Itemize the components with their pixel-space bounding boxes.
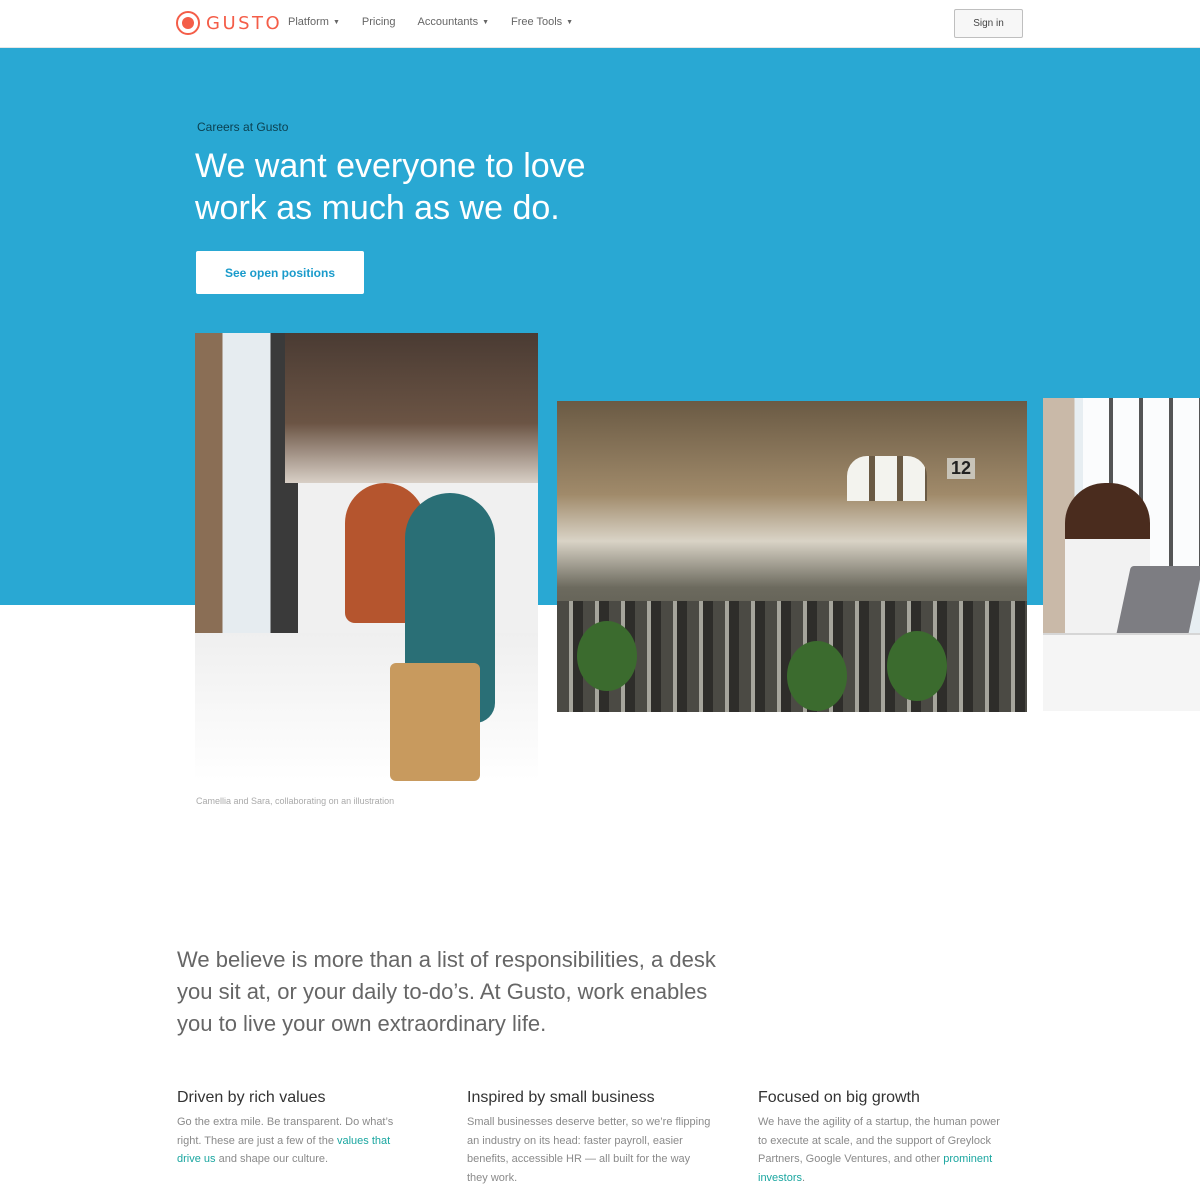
column-title: Driven by rich values xyxy=(177,1089,326,1106)
photo-plant xyxy=(787,641,847,711)
photo-sign: 12 xyxy=(947,458,976,479)
nav-item-label: Platform xyxy=(288,16,329,28)
photo-collaborating xyxy=(195,333,538,781)
hero-eyebrow: Careers at Gusto xyxy=(197,120,289,134)
column-text-part: . xyxy=(802,1171,806,1184)
logo-text: GUSTO xyxy=(206,12,283,34)
growth-column: Focused on big growth We have the agilit… xyxy=(758,1089,1000,1187)
photo-stool xyxy=(390,663,480,781)
nav-item-pricing[interactable]: Pricing xyxy=(362,16,396,28)
nav-item-label: Pricing xyxy=(361,16,396,28)
small-business-column: Inspired by small business Small busines… xyxy=(467,1089,712,1187)
photo-office-atrium: 12 xyxy=(557,401,1027,712)
hero-headline: We want everyone to love work as much as… xyxy=(195,147,586,227)
photo-table xyxy=(1043,633,1200,711)
top-nav: GUSTO Platform ▼ Pricing Accountants ▼ F… xyxy=(0,0,1200,48)
photo-ceiling xyxy=(285,333,538,483)
column-title: Inspired by small business xyxy=(467,1089,655,1106)
column-text-part: Small businesses deserve better, so we’r… xyxy=(467,1116,711,1184)
chevron-down-icon: ▼ xyxy=(566,18,574,26)
column-text-part: and shape our culture. xyxy=(215,1153,329,1165)
chevron-down-icon: ▼ xyxy=(332,18,340,26)
column-title: Focused on big growth xyxy=(758,1089,920,1106)
see-open-positions-button[interactable]: See open positions xyxy=(196,251,364,294)
gusto-logo[interactable]: GUSTO xyxy=(176,10,282,36)
photo-plant xyxy=(887,631,947,701)
photo-caption: Camellia and Sara, collaborating on an i… xyxy=(196,796,395,806)
lead-paragraph: We believe is more than a list of respon… xyxy=(177,947,716,1036)
primary-nav: Platform ▼ Pricing Accountants ▼ Free To… xyxy=(288,16,573,28)
gusto-logo-icon xyxy=(176,11,200,35)
values-column: Driven by rich values Go the extra mile.… xyxy=(177,1089,412,1169)
nav-item-platform[interactable]: Platform ▼ xyxy=(288,16,340,28)
nav-item-accountants[interactable]: Accountants ▼ xyxy=(418,16,489,28)
nav-item-label: Free Tools xyxy=(511,16,563,28)
photo-arches xyxy=(847,456,927,501)
nav-item-label: Accountants xyxy=(417,16,479,28)
column-text: We have the agility of a startup, the hu… xyxy=(758,1113,1000,1187)
column-text: Small businesses deserve better, so we’r… xyxy=(467,1113,712,1187)
chevron-down-icon: ▼ xyxy=(482,18,490,26)
photo-plant xyxy=(577,621,637,691)
column-text: Go the extra mile. Be transparent. Do wh… xyxy=(177,1113,412,1169)
nav-item-free-tools[interactable]: Free Tools ▼ xyxy=(511,16,573,28)
photo-man-laptop xyxy=(1043,398,1200,711)
sign-in-button[interactable]: Sign in xyxy=(954,9,1023,38)
photo-laptop xyxy=(1115,566,1200,640)
